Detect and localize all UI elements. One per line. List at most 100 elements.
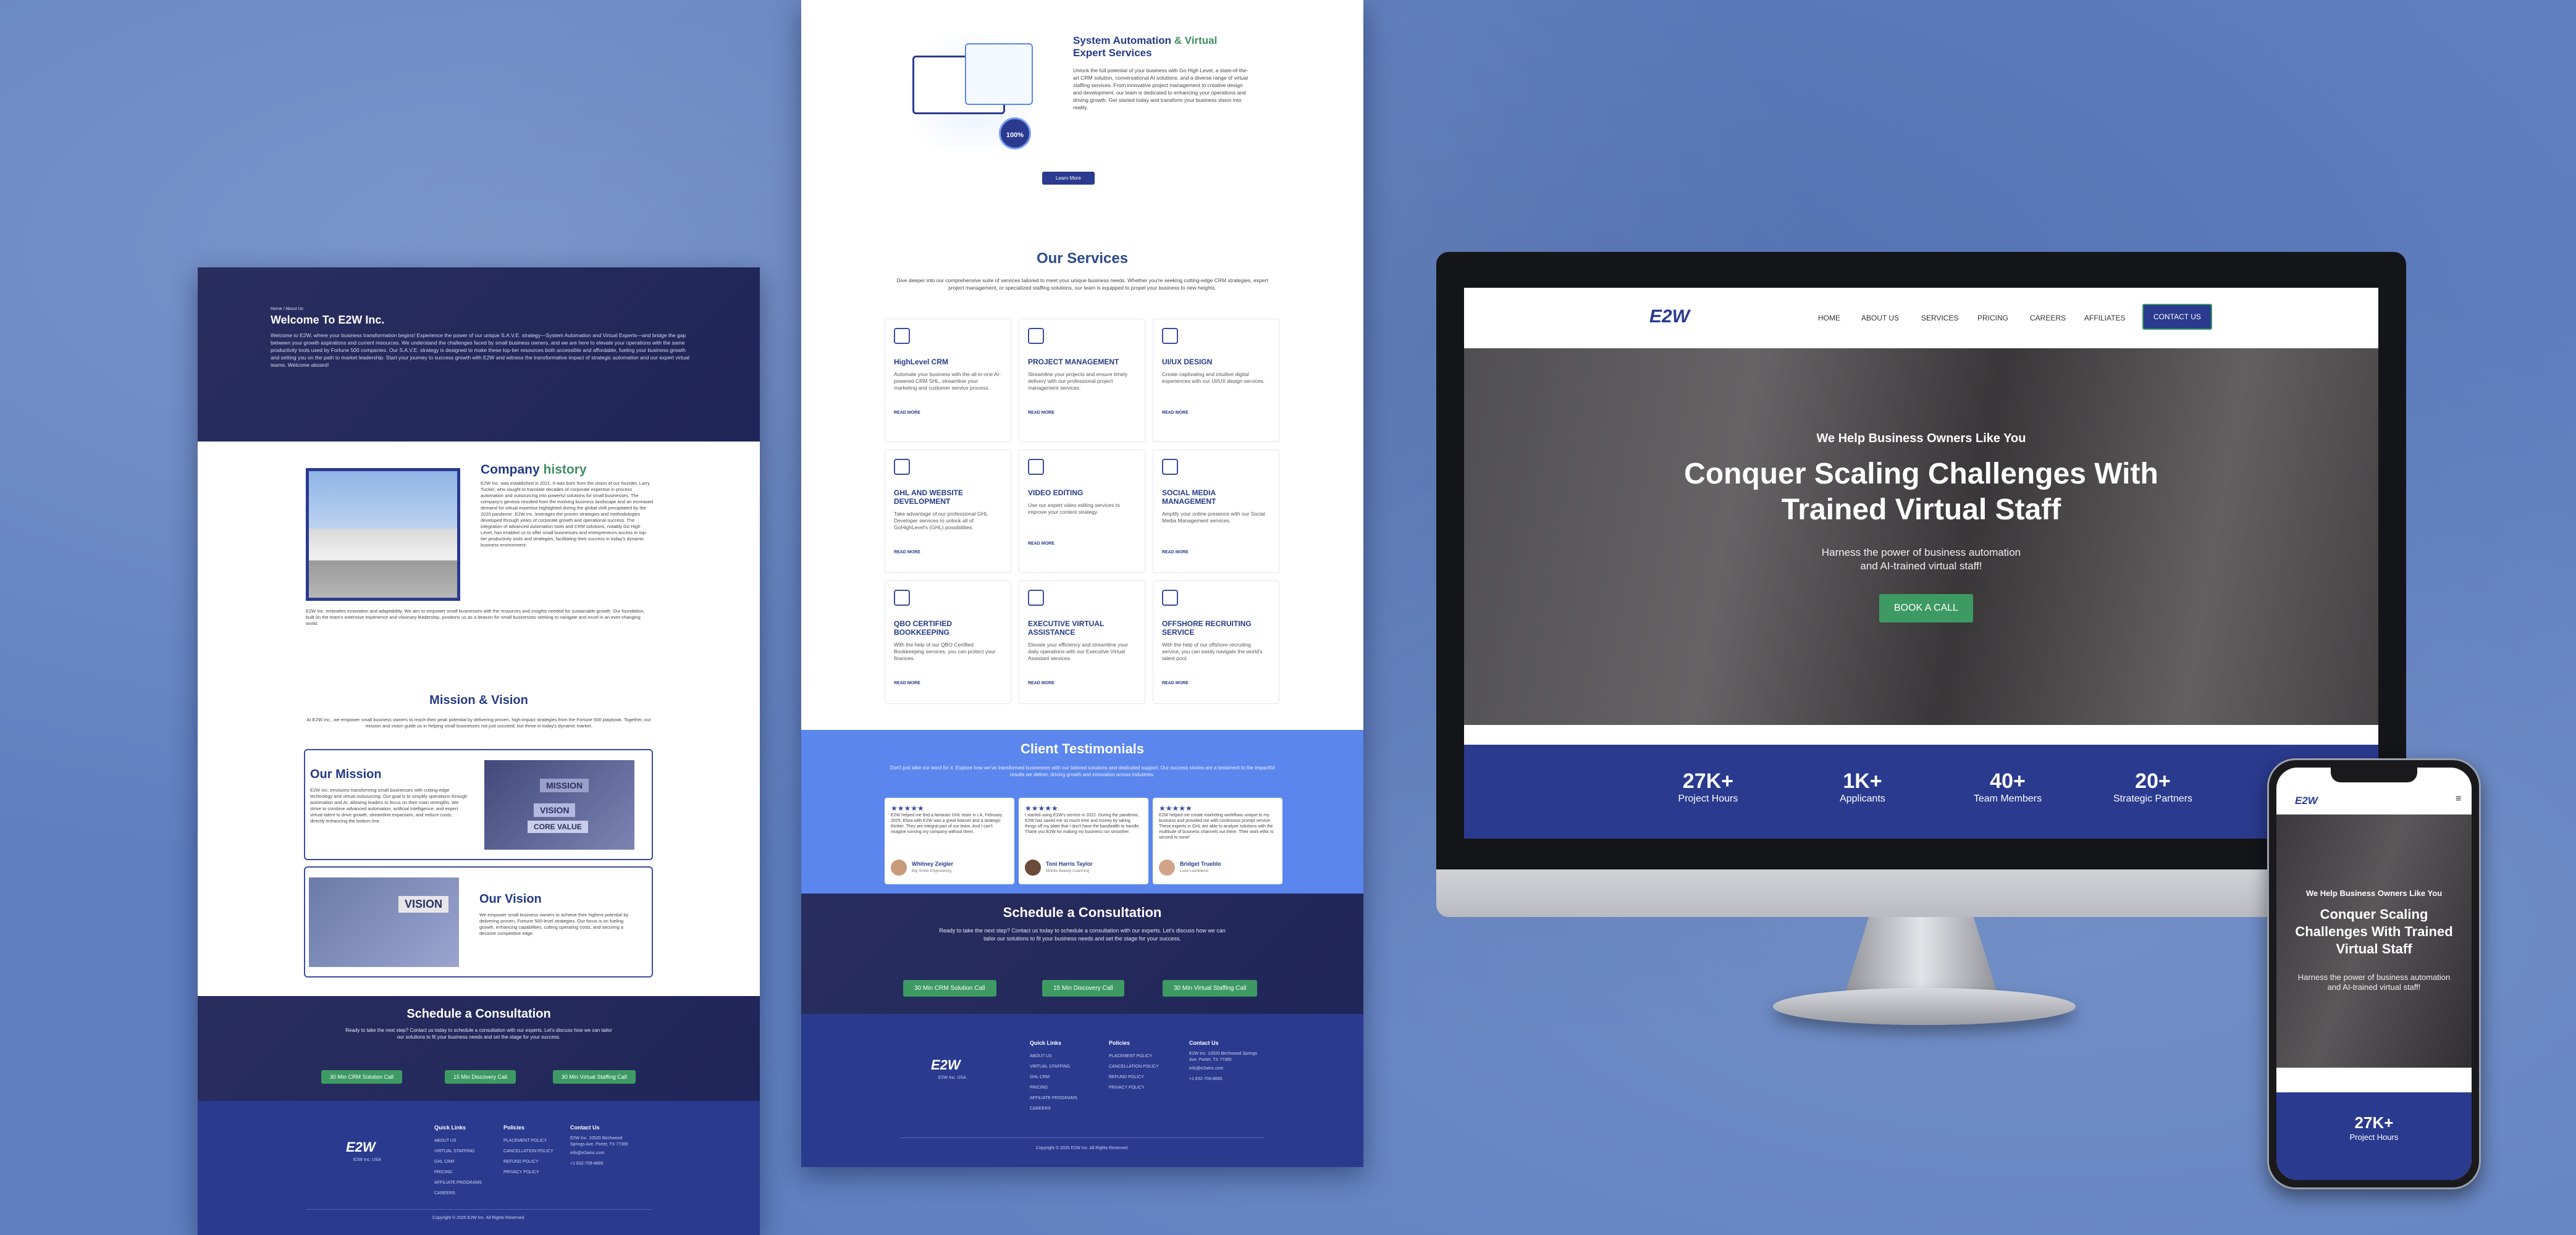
stat-label: Strategic Partners — [2113, 793, 2193, 804]
hero-title: Conquer Scaling Challenges With Trained … — [1684, 458, 2158, 526]
service-desc: Elevate your efficiency and streamline y… — [1028, 642, 1128, 661]
discovery-call-button[interactable]: 15 Min Discovery Call — [445, 1070, 516, 1084]
learn-more-button[interactable]: Learn More — [1042, 172, 1095, 185]
footer-logo[interactable]: E2W — [931, 1057, 961, 1073]
footer-link[interactable]: VIRTUAL STAFFING — [434, 1146, 482, 1157]
service-card-ghl[interactable]: GHL AND WEBSITE DEVELOPMENT Take advantag… — [885, 450, 1011, 573]
testimonials-section: Client Testimonials Don't just take our … — [801, 730, 1363, 894]
service-card-eva[interactable]: EXECUTIVE VIRTUAL ASSISTANCE Elevate your… — [1019, 580, 1145, 704]
about-page-screenshot: Home / About Us Welcome To E2W Inc. Welc… — [198, 267, 760, 1235]
book-a-call-button[interactable]: BOOK A CALL — [1879, 594, 1974, 622]
desktop-logo[interactable]: E2W — [1649, 306, 1690, 327]
footer-link[interactable]: VIRTUAL STAFFING — [1030, 1061, 1077, 1072]
contact-us-button[interactable]: CONTACT US — [2142, 304, 2212, 330]
service-card-crm[interactable]: HighLevel CRM Automate your business with… — [885, 319, 1011, 442]
chart-panel-illustration — [965, 43, 1033, 105]
footer-link[interactable]: ABOUT US — [1030, 1051, 1077, 1061]
service-title: OFFSHORE RECRUITING SERVICE — [1162, 619, 1252, 637]
footer-divider — [306, 1209, 652, 1210]
testimonial-name: Toni Harris Taylor — [1046, 861, 1093, 867]
footer-policies: Policies PLACEMENT POLICY CANCELLATION P… — [1109, 1040, 1159, 1093]
read-more-link[interactable]: READ MORE — [894, 411, 1002, 415]
mission-vision-text: At E2W Inc., we empower small business o… — [306, 717, 651, 729]
mission-card: Our Mission E2W Inc. envisions transform… — [304, 749, 653, 860]
footer-link[interactable]: AFFILIATE PROGRAMS — [434, 1178, 482, 1188]
hero-subtitle: Harness the power of business automation… — [1821, 546, 2021, 572]
contact-email[interactable]: info@e2winc.com — [570, 1148, 638, 1158]
policy-link[interactable]: PRIVACY POLICY — [1109, 1082, 1159, 1093]
policy-link[interactable]: PRIVACY POLICY — [503, 1167, 554, 1178]
badge-100: 100% — [999, 117, 1031, 149]
stat-project-hours: 27K+ Project Hours — [1662, 769, 1754, 805]
service-card-social[interactable]: SOCIAL MEDIA MANAGEMENT Amplify your onli… — [1153, 450, 1279, 573]
desktop-stats: 27K+ Project Hours 1K+ Applicants 40+ Team … — [1464, 745, 2378, 839]
staffing-call-button[interactable]: 30 Min Virtual Staffing Call — [1163, 980, 1258, 997]
hamburger-menu-icon[interactable]: ≡ — [2456, 793, 2461, 805]
service-card-video[interactable]: VIDEO EDITING Use our expert video editin… — [1019, 450, 1145, 573]
service-card-qbo[interactable]: QBO CERTIFIED BOOKKEEPING With the help o… — [885, 580, 1011, 704]
copyright: Copyright © 2025 E2W Inc. All Rights Res… — [432, 1216, 525, 1220]
nav-pricing[interactable]: PRICING — [1977, 314, 2008, 322]
nav-about[interactable]: ABOUT US — [1861, 314, 1899, 322]
policy-link[interactable]: PLACEMENT POLICY — [503, 1136, 554, 1146]
footer-link[interactable]: PRICING — [434, 1167, 482, 1178]
breadcrumb[interactable]: Home / About Us — [271, 307, 303, 311]
about-hero: Home / About Us Welcome To E2W Inc. Welc… — [198, 267, 760, 442]
policy-link[interactable]: CANCELLATION POLICY — [1109, 1061, 1159, 1072]
stat-label: Applicants — [1840, 793, 1885, 804]
service-card-uiux[interactable]: UI/UX DESIGN Create captivating and intui… — [1153, 319, 1279, 442]
footer-contact: Contact Us E2W Inc. 10520 Birchwood Spri… — [570, 1124, 638, 1169]
nav-home[interactable]: HOME — [1818, 314, 1840, 322]
read-more-link[interactable]: READ MORE — [1028, 681, 1136, 685]
footer-link[interactable]: CAREERS — [434, 1188, 482, 1199]
schedule-text: Ready to take the next step? Contact us … — [939, 927, 1226, 942]
nav-affiliates[interactable]: AFFILIATES — [2084, 314, 2125, 322]
nav-services[interactable]: SERVICES — [1921, 314, 1958, 322]
contact-phone[interactable]: +1 832-709-8865 — [1189, 1074, 1263, 1084]
policies-title: Policies — [503, 1124, 525, 1131]
footer-link[interactable]: GHL CRM — [1030, 1072, 1077, 1082]
img-label-vision: VISION — [534, 803, 576, 817]
read-more-link[interactable]: READ MORE — [1162, 681, 1270, 685]
contact-phone[interactable]: +1 832-709-8865 — [570, 1158, 638, 1169]
discovery-call-button[interactable]: 15 Min Discovery Call — [1042, 980, 1124, 997]
avatar — [1025, 860, 1041, 876]
stat-value: 27K+ — [2354, 1113, 2394, 1132]
phone-hero-title: Conquer Scaling Challenges With Trained … — [2295, 906, 2453, 957]
nav-careers[interactable]: CAREERS — [2030, 314, 2066, 322]
policy-link[interactable]: REFUND POLICY — [503, 1157, 554, 1167]
crm-call-button[interactable]: 30 Min CRM Solution Call — [903, 980, 996, 997]
mission-vision-title: Mission & Vision — [429, 693, 528, 707]
auto-title-c: Expert Services — [1073, 47, 1152, 59]
rating-stars: ★★★★★ — [891, 804, 924, 813]
service-card-pm[interactable]: PROJECT MANAGEMENT Streamline your projec… — [1019, 319, 1145, 442]
policy-link[interactable]: PLACEMENT POLICY — [1109, 1051, 1159, 1061]
footer-logo[interactable]: E2W — [346, 1139, 376, 1155]
read-more-link[interactable]: READ MORE — [1028, 542, 1136, 546]
history-title-a: Company — [481, 463, 540, 477]
schedule-section: Schedule a Consultation Ready to take th… — [198, 996, 760, 1101]
contact-email[interactable]: info@e2winc.com — [1189, 1063, 1263, 1074]
footer-link[interactable]: AFFILIATE PROGRAMS — [1030, 1093, 1077, 1103]
crm-call-button[interactable]: 30 Min CRM Solution Call — [321, 1070, 403, 1084]
read-more-link[interactable]: READ MORE — [894, 550, 1002, 555]
read-more-link[interactable]: READ MORE — [1028, 411, 1136, 415]
policy-link[interactable]: REFUND POLICY — [1109, 1072, 1159, 1082]
desktop-hero: We Help Business Owners Like You Conquer… — [1464, 348, 2378, 725]
read-more-link[interactable]: READ MORE — [894, 681, 1002, 685]
service-card-recruit[interactable]: OFFSHORE RECRUITING SERVICE With the help… — [1153, 580, 1279, 704]
policy-link[interactable]: CANCELLATION POLICY — [503, 1146, 554, 1157]
history-title: Company history — [481, 463, 587, 477]
footer-link[interactable]: GHL CRM — [434, 1157, 482, 1167]
video-icon — [1028, 459, 1044, 475]
read-more-link[interactable]: READ MORE — [1162, 411, 1270, 415]
policies-title: Policies — [1109, 1040, 1130, 1046]
read-more-link[interactable]: READ MORE — [1162, 550, 1270, 555]
footer-link[interactable]: CAREERS — [1030, 1103, 1077, 1114]
phone-logo[interactable]: E2W — [2295, 795, 2318, 807]
phone-stats: 27K+ Project Hours — [2276, 1092, 2472, 1180]
contact-title: Contact Us — [1189, 1040, 1219, 1046]
footer-link[interactable]: ABOUT US — [434, 1136, 482, 1146]
staffing-call-button[interactable]: 30 Min Virtual Staffing Call — [553, 1070, 636, 1084]
footer-link[interactable]: PRICING — [1030, 1082, 1077, 1093]
